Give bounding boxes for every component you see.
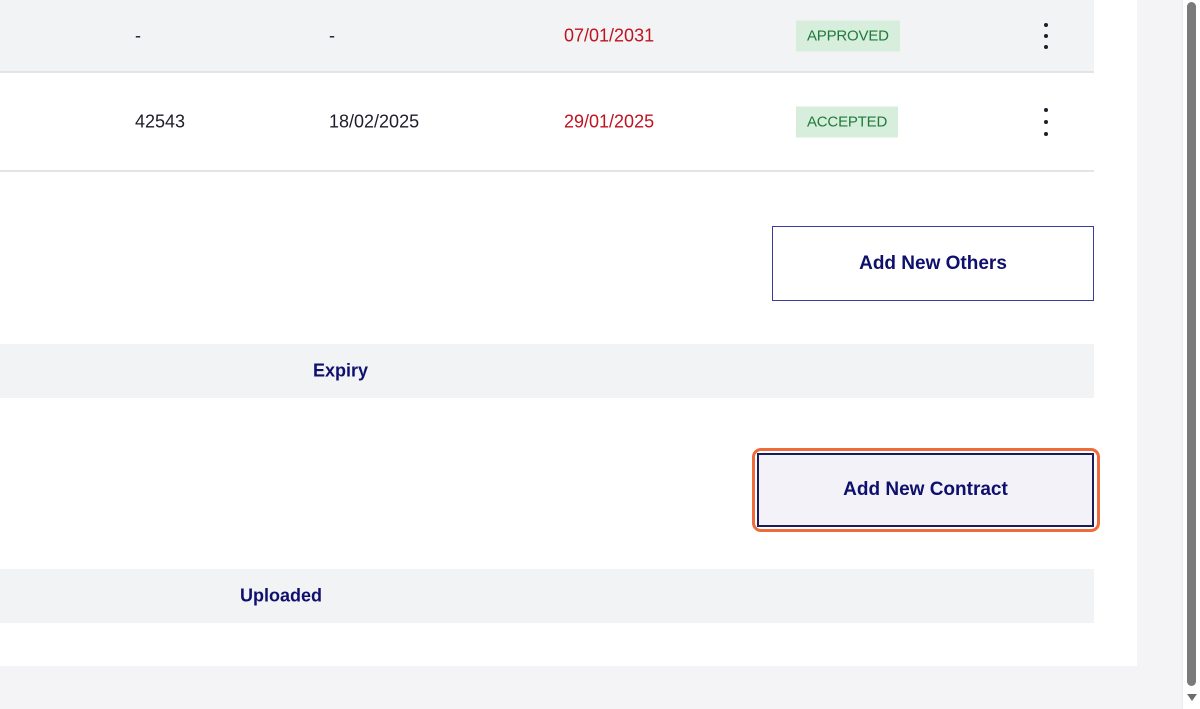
page: - - 07/01/2031 APPROVED 42543 18/02/2025… <box>0 0 1200 709</box>
uploads-table-header: Uploaded <box>0 569 1094 623</box>
date-cell: - <box>329 25 335 45</box>
content-panel: - - 07/01/2031 APPROVED 42543 18/02/2025… <box>0 0 1137 666</box>
status-badge: ACCEPTED <box>796 106 899 137</box>
page-background <box>0 666 1182 709</box>
scroll-down-arrow-icon[interactable] <box>1187 694 1197 701</box>
kebab-menu-icon[interactable] <box>1037 107 1055 137</box>
kebab-menu-icon[interactable] <box>1037 22 1055 50</box>
expiry-date-cell: 07/01/2031 <box>564 25 655 45</box>
expiry-column-header: Expiry <box>313 360 369 381</box>
contracts-table-header: Expiry <box>0 344 1094 398</box>
expiry-date-cell: 29/01/2025 <box>564 111 655 131</box>
status-badge: APPROVED <box>796 20 900 51</box>
scrollbar-thumb[interactable] <box>1187 2 1196 686</box>
uploaded-column-header: Uploaded <box>240 585 323 606</box>
reference-cell: - <box>135 25 141 45</box>
table-row: 42543 18/02/2025 29/01/2025 ACCEPTED <box>0 73 1094 172</box>
add-new-contract-focus-ring: Add New Contract <box>752 448 1100 532</box>
reference-cell: 42543 <box>135 111 186 131</box>
table-row: - - 07/01/2031 APPROVED <box>0 0 1094 73</box>
date-cell: 18/02/2025 <box>329 111 420 131</box>
add-new-others-button[interactable]: Add New Others <box>772 226 1094 301</box>
vertical-scrollbar[interactable] <box>1182 0 1200 709</box>
add-new-contract-button[interactable]: Add New Contract <box>757 453 1094 527</box>
